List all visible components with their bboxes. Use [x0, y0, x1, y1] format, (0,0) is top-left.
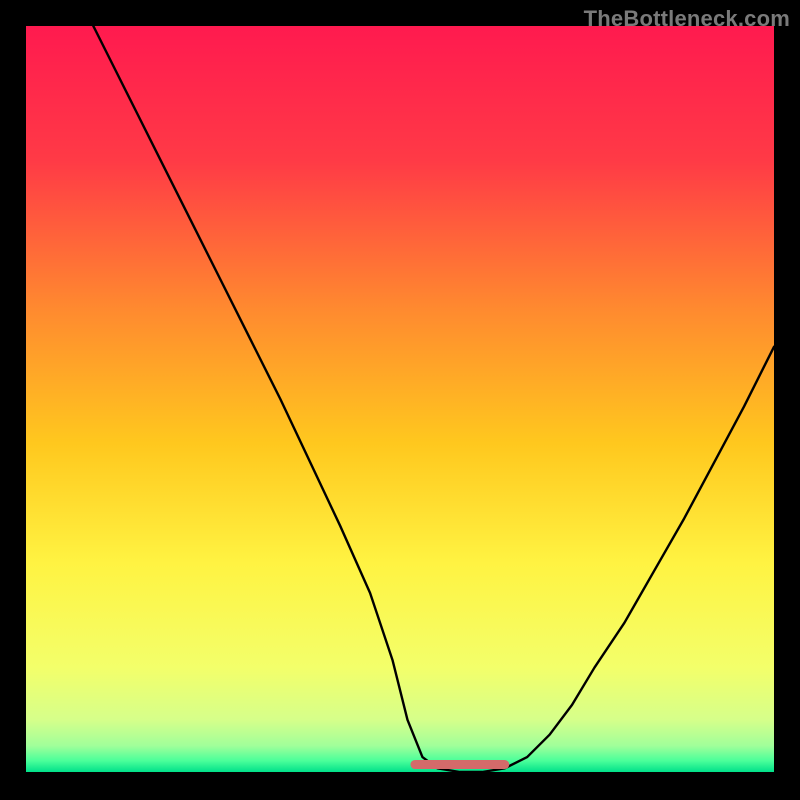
chart-svg: [0, 0, 800, 800]
bottleneck-chart: TheBottleneck.com: [0, 0, 800, 800]
gradient-background: [26, 26, 774, 772]
